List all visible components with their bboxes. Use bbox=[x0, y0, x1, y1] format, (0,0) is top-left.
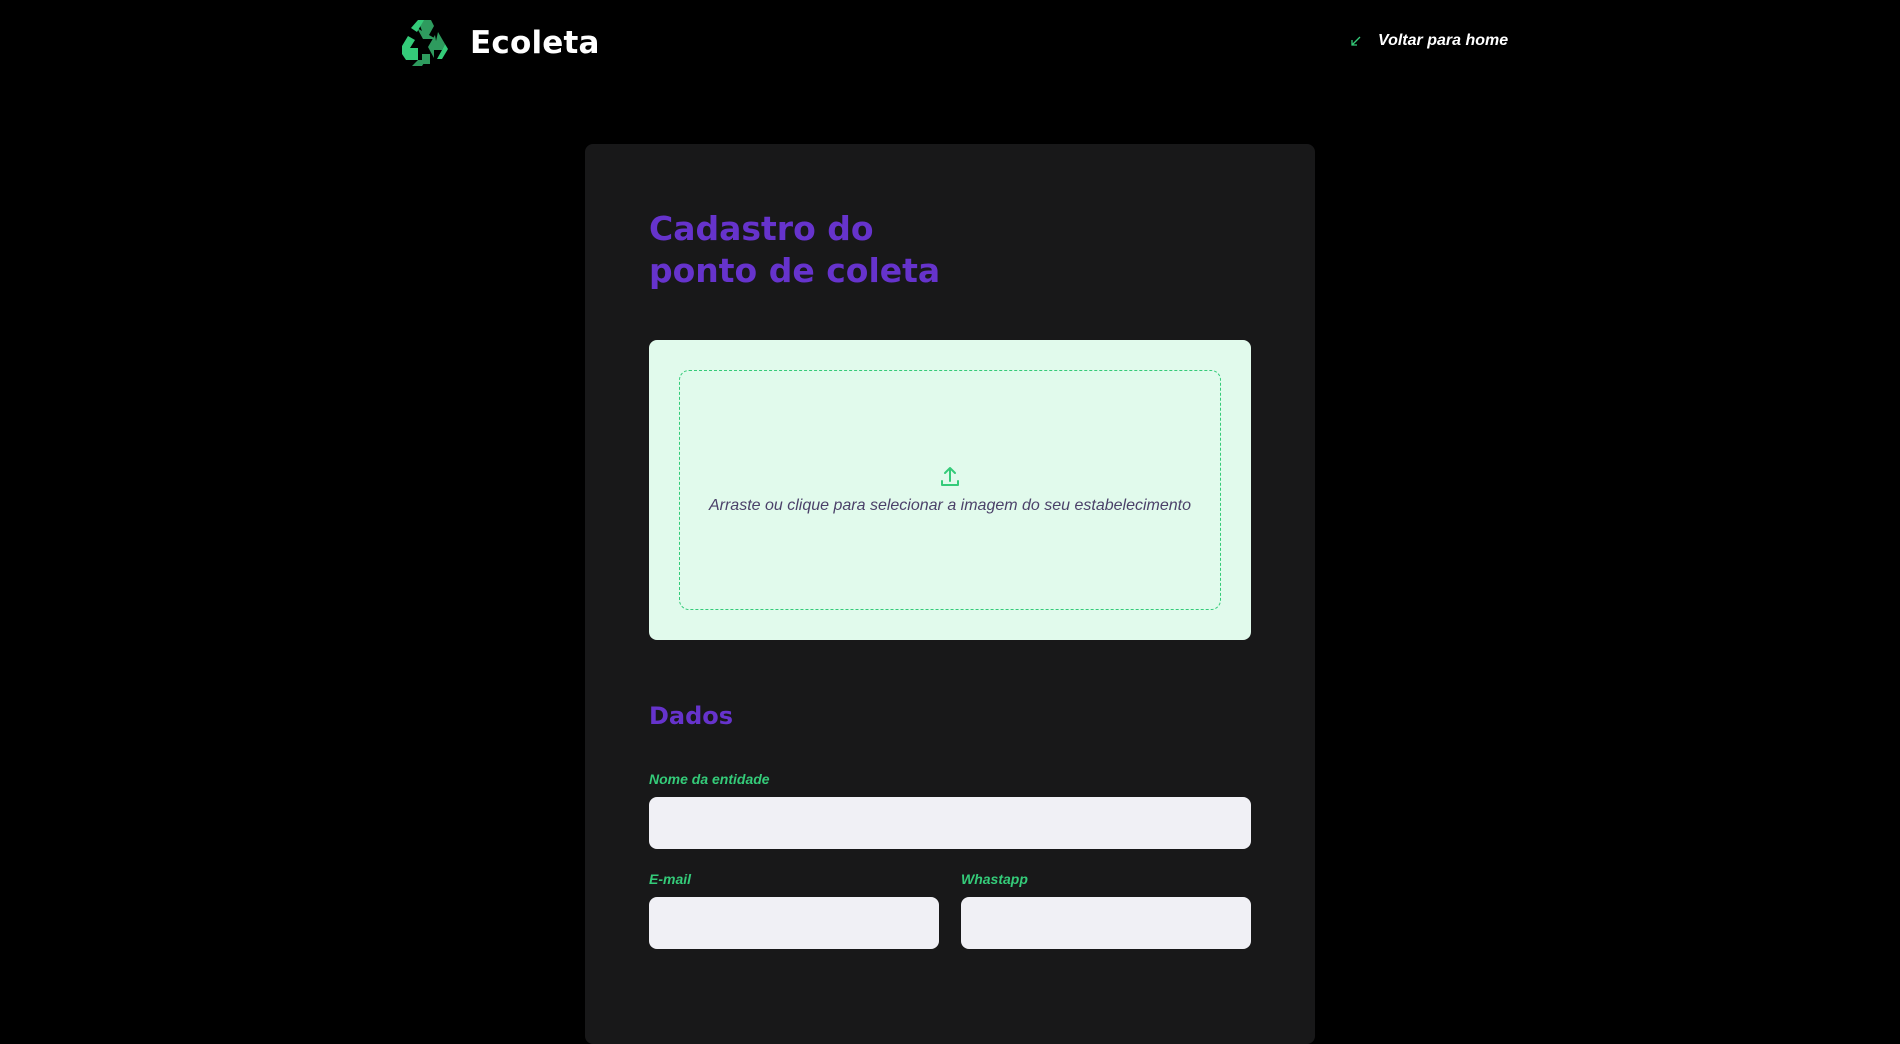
whatsapp-field-label: Whastapp bbox=[961, 871, 1028, 887]
dropzone-text: Arraste ou clique para selecionar a imag… bbox=[708, 497, 1192, 514]
email-field-label: E-mail bbox=[649, 871, 692, 887]
back-link-label: Voltar para home bbox=[1378, 32, 1509, 49]
brand: Ecoleta bbox=[398, 18, 600, 68]
email-field[interactable] bbox=[649, 897, 939, 949]
dropzone-area[interactable]: Arraste ou clique para selecionar a imag… bbox=[679, 370, 1221, 610]
upload-icon bbox=[938, 465, 962, 489]
image-dropzone[interactable]: Arraste ou clique para selecionar a imag… bbox=[649, 340, 1251, 640]
whatsapp-field[interactable] bbox=[961, 897, 1251, 949]
form-title: Cadastro do ponto de coleta bbox=[649, 209, 941, 290]
registration-form-card: Cadastro do ponto de coleta Arraste ou c… bbox=[585, 144, 1315, 1044]
name-field-label: Nome da entidade bbox=[649, 771, 770, 787]
recycle-icon bbox=[402, 20, 448, 66]
page-header: Ecoleta Voltar para home bbox=[0, 0, 1900, 86]
section-title-dados: Dados bbox=[649, 702, 734, 730]
entity-name-input[interactable] bbox=[649, 797, 1251, 849]
back-to-home-link[interactable]: Voltar para home bbox=[1350, 32, 1508, 50]
brand-name: Ecoleta bbox=[470, 25, 600, 61]
arrow-down-left-icon bbox=[1351, 36, 1361, 46]
